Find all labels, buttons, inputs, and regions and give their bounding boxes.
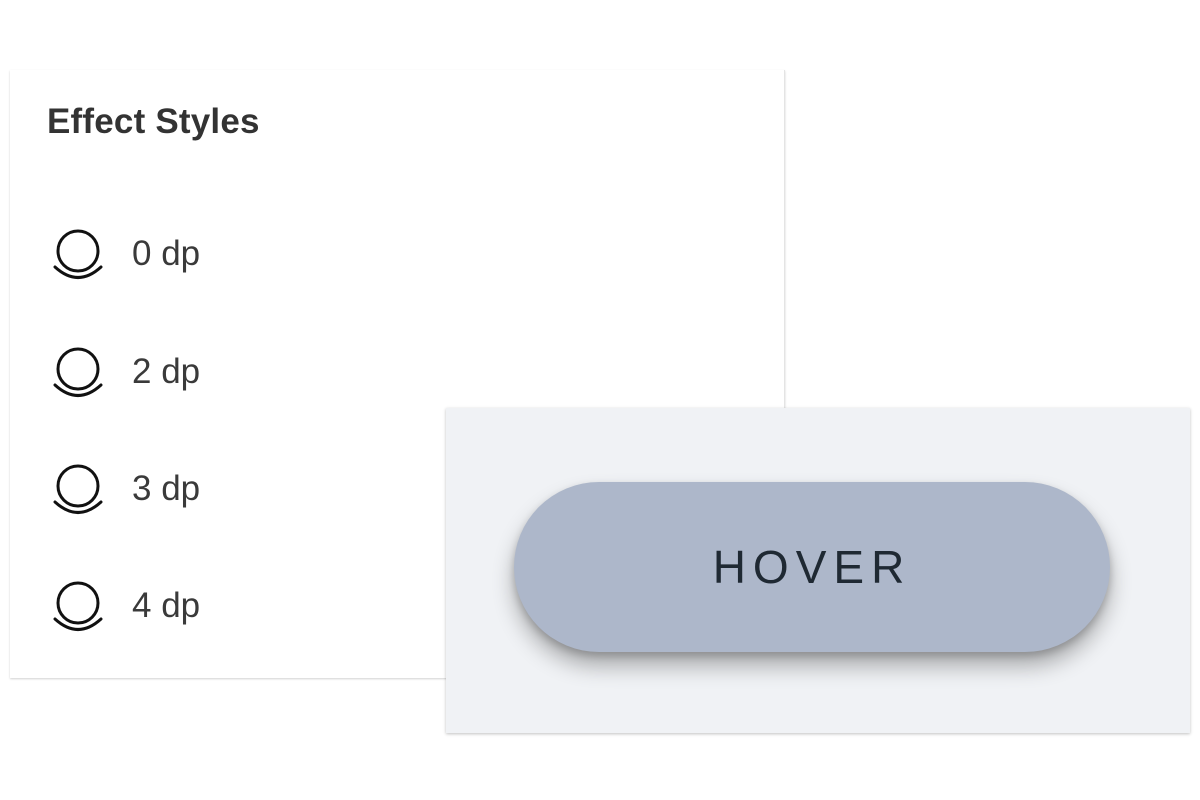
effect-style-item-2dp[interactable]: 2 dp (50, 342, 200, 402)
effect-style-label: 3 dp (132, 469, 201, 508)
effect-style-item-3dp[interactable]: 3 dp (50, 459, 200, 519)
elevation-icon (50, 224, 106, 284)
elevation-icon (50, 576, 106, 636)
effect-style-item-4dp[interactable]: 4 dp (50, 576, 200, 636)
elevation-icon (50, 342, 106, 402)
hover-button[interactable]: HOVER (514, 482, 1110, 652)
effect-style-label: 0 dp (132, 234, 201, 273)
effect-style-item-0dp[interactable]: 0 dp (50, 224, 200, 284)
canvas: Effect Styles 0 dp 2 dp 3 dp 4 dp HOVER (0, 0, 1200, 800)
elevation-icon (50, 459, 106, 519)
button-preview-frame: HOVER (446, 408, 1190, 733)
effect-style-label: 4 dp (132, 586, 201, 625)
effect-style-label: 2 dp (132, 352, 201, 391)
